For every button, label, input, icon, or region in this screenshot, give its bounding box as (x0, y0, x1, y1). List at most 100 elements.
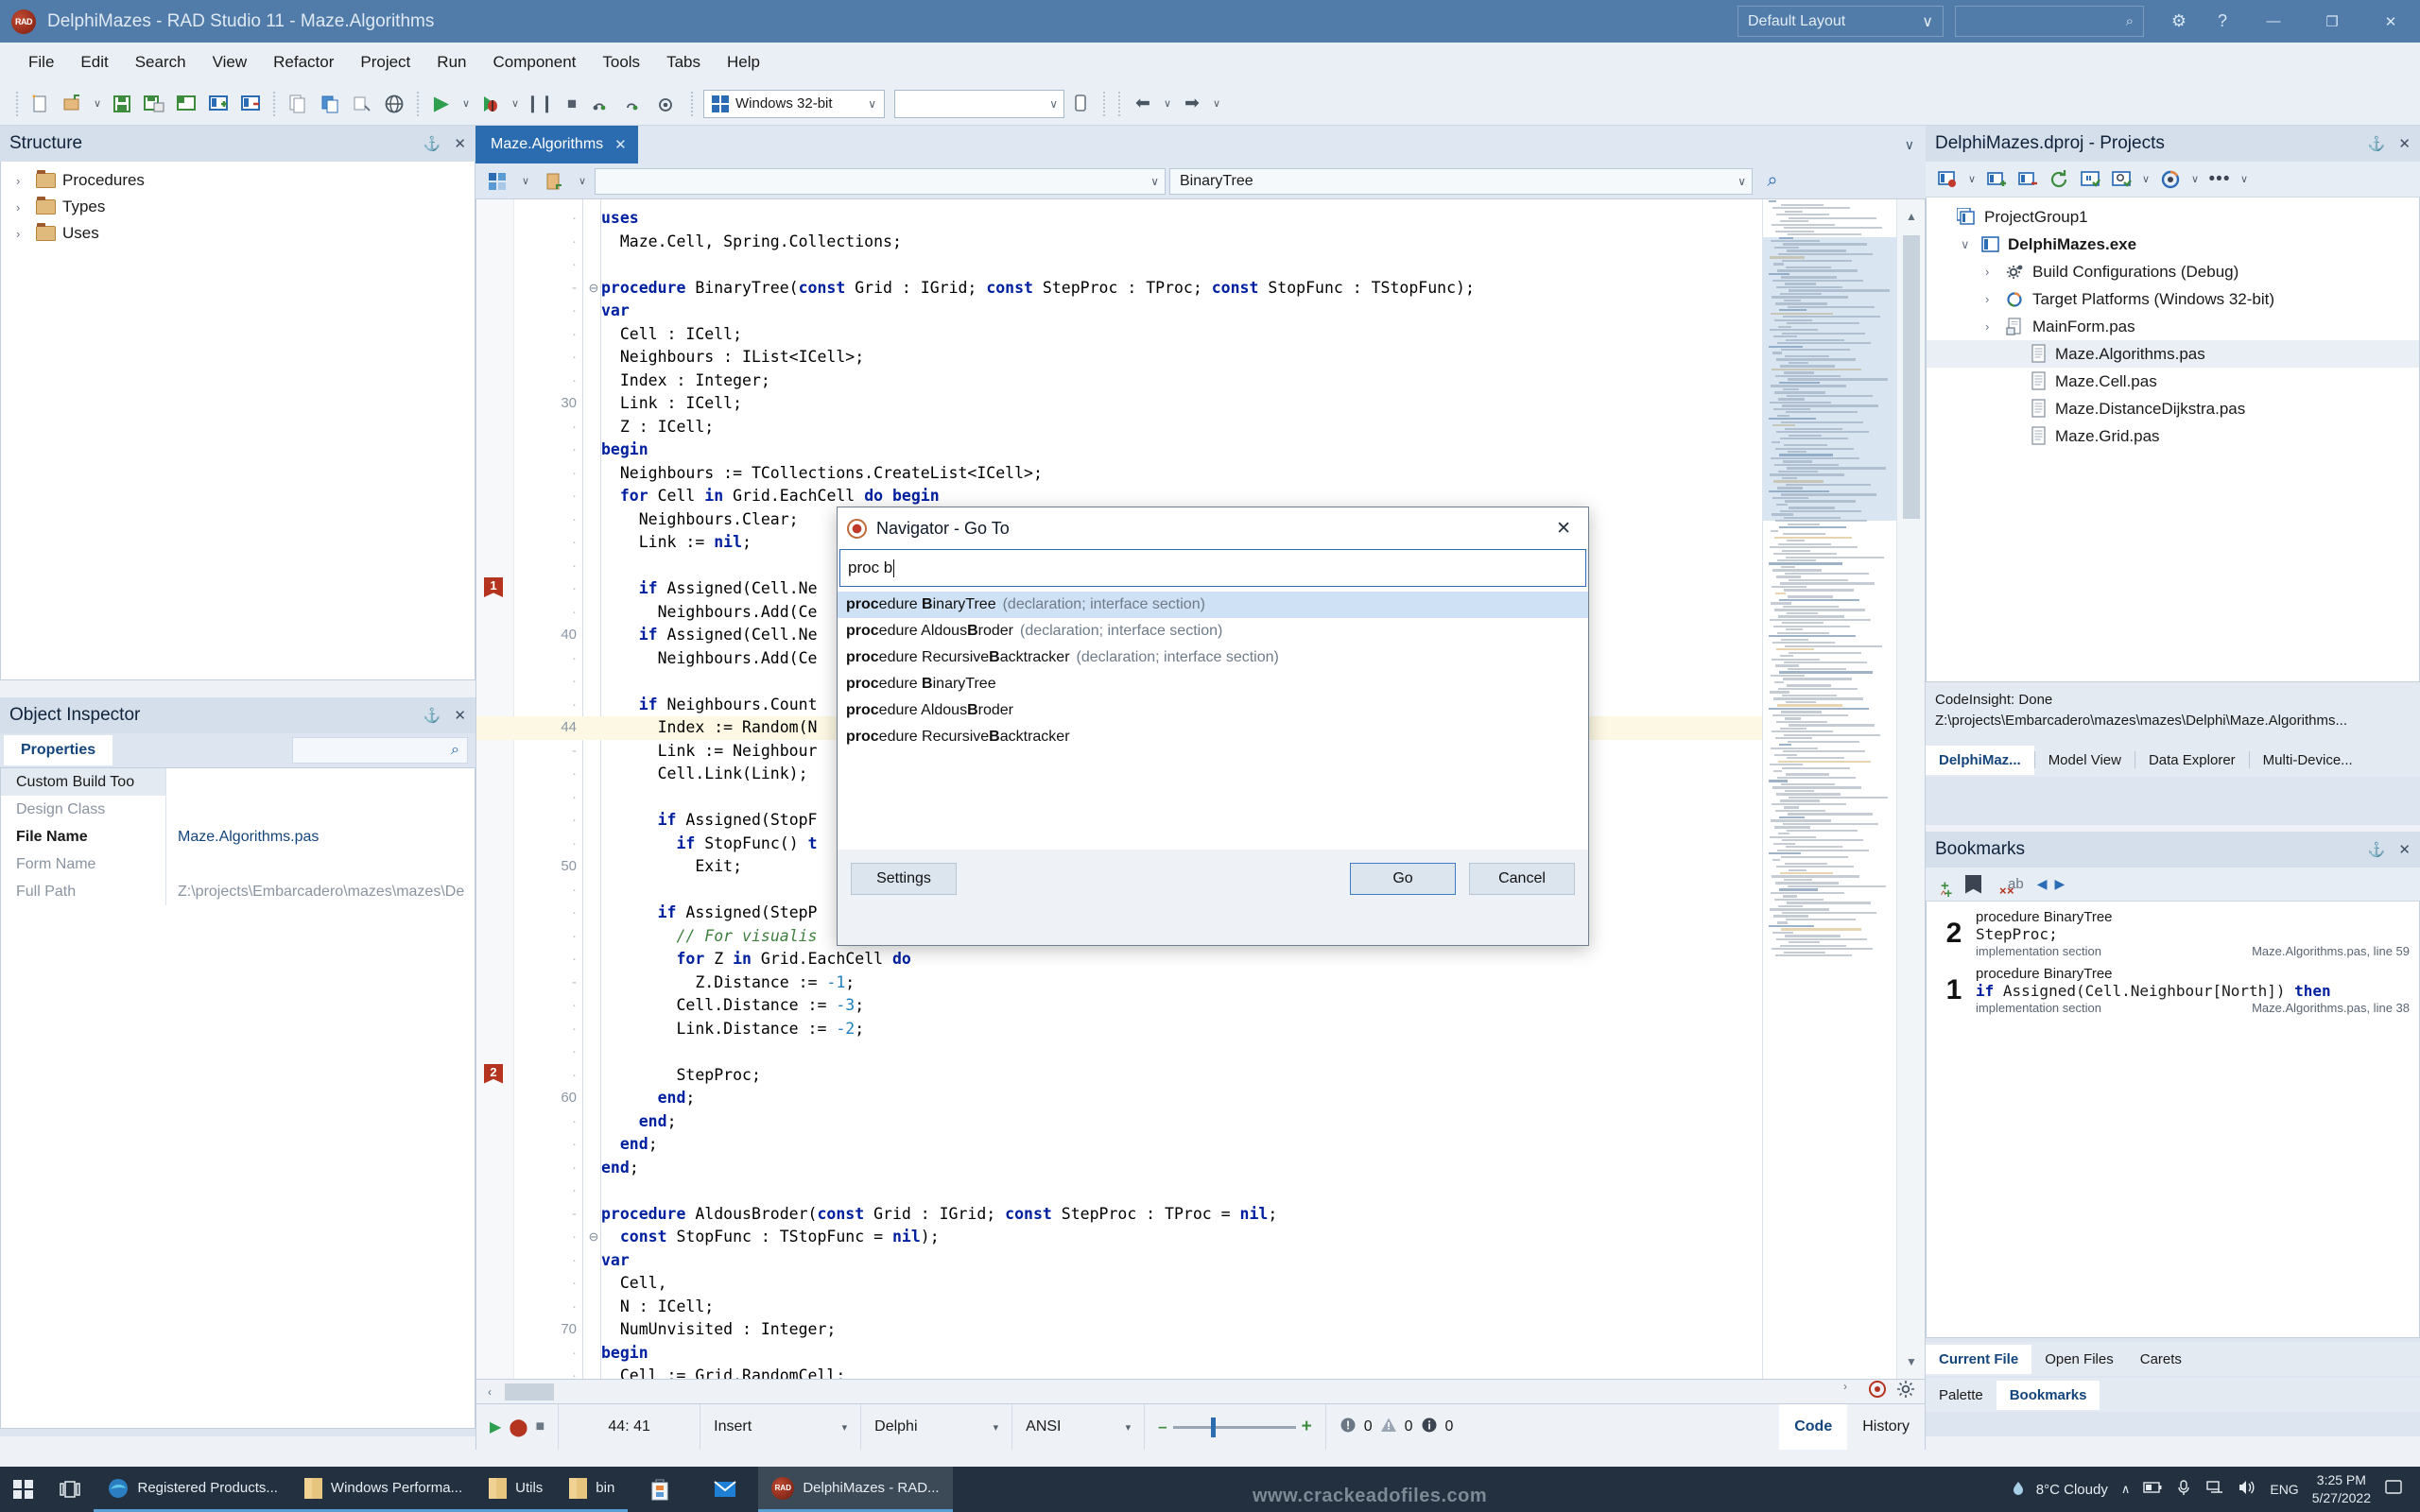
symbol-selector[interactable]: BinaryTree ∨ (1169, 167, 1753, 195)
step-over-icon[interactable] (588, 88, 620, 120)
close-icon[interactable]: ✕ (2398, 841, 2411, 858)
navigator-result-row[interactable]: procedure BinaryTree (declaration; interf… (838, 592, 1588, 618)
tab-properties[interactable]: Properties (4, 735, 113, 765)
tab-carets[interactable]: Carets (2127, 1345, 2195, 1374)
pause-icon[interactable]: ❙❙ (524, 88, 556, 120)
tab-model-view[interactable]: Model View (2035, 746, 2135, 775)
close-icon[interactable]: ✕ (2398, 135, 2411, 152)
zoom-thumb[interactable] (1210, 1417, 1216, 1437)
tab-delphimazes[interactable]: DelphiMaz... (1926, 745, 2034, 775)
structure-item-procedures[interactable]: › Procedures (1, 167, 475, 194)
menu-project[interactable]: Project (347, 48, 424, 77)
close-icon[interactable]: ✕ (614, 136, 627, 153)
task-view-button[interactable] (46, 1467, 94, 1512)
taskbar-item-bin[interactable]: bin (556, 1467, 629, 1512)
tab-open-files[interactable]: Open Files (2031, 1345, 2127, 1374)
property-row-file-name[interactable]: File Name Maze.Algorithms.pas (1, 823, 475, 850)
dialog-close-button[interactable]: ✕ (1548, 518, 1579, 540)
taskbar-item-windows-performance[interactable]: Windows Performa... (290, 1467, 476, 1512)
project-tree-row[interactable]: › MainForm.pas (1927, 313, 2419, 340)
scope-selector[interactable]: ∨ (595, 167, 1166, 195)
stop-icon[interactable]: ■ (535, 1418, 544, 1435)
battery-icon[interactable] (2143, 1480, 2162, 1499)
project-tree-row[interactable]: Maze.Cell.pas (1927, 368, 2419, 395)
tab-current-file[interactable]: Current File (1926, 1344, 2032, 1374)
show-hidden-icons[interactable]: ∧ (2121, 1482, 2131, 1497)
chevron-down-icon[interactable]: ∨ (89, 88, 106, 120)
project-tree-row[interactable]: › Target Platforms (Windows 32-bit) (1927, 285, 2419, 313)
microphone-icon[interactable] (2175, 1479, 2192, 1500)
project-tree-row[interactable]: ∨ DelphiMazes.exe (1927, 231, 2419, 258)
scroll-up-icon[interactable]: ▲ (1897, 203, 1925, 230)
help-icon[interactable]: ? (2201, 0, 2244, 43)
notifications-icon[interactable] (2384, 1478, 2403, 1501)
menu-help[interactable]: Help (714, 48, 773, 77)
chevron-down-icon[interactable]: ∨ (1905, 137, 1914, 153)
menu-tools[interactable]: Tools (589, 48, 653, 77)
add-project-icon[interactable] (1982, 165, 2011, 194)
navigate-forward-icon[interactable]: ➡ (1176, 88, 1208, 120)
pin-icon[interactable]: ⚓ (2368, 841, 2386, 858)
code-minimap[interactable] (1762, 199, 1896, 1379)
tab-data-explorer[interactable]: Data Explorer (2135, 746, 2249, 775)
navigator-goto-dialog[interactable]: Navigator - Go To ✕ proc b procedure Bin… (837, 507, 1589, 946)
gear-icon[interactable]: ⚙ (2157, 0, 2201, 43)
taskbar-item-mail[interactable] (692, 1467, 758, 1512)
more-options-icon[interactable]: ••• (2205, 165, 2234, 194)
navigator-result-row[interactable]: procedure BinaryTree (838, 671, 1588, 697)
navigator-result-row[interactable]: procedure AldousBroder (838, 697, 1588, 724)
encoding-selector[interactable]: ANSI ▾ (1012, 1404, 1146, 1450)
menu-refactor[interactable]: Refactor (260, 48, 347, 77)
project-tree-row[interactable]: Maze.DistanceDijkstra.pas (1927, 395, 2419, 422)
clock[interactable]: 3:25 PM 5/27/2022 (2312, 1471, 2371, 1507)
next-bookmark-icon[interactable]: ▶ (2054, 876, 2065, 892)
zoom-track[interactable] (1172, 1417, 1296, 1437)
bookmark-marker[interactable]: 2 (484, 1063, 503, 1084)
close-button[interactable]: ✕ (2361, 0, 2420, 43)
globe-icon[interactable] (378, 88, 410, 120)
toggle-bookmark-icon[interactable] (1965, 874, 1981, 894)
open-file-icon[interactable] (57, 88, 89, 120)
navigator-icon[interactable] (1868, 1380, 1887, 1403)
chevron-icon[interactable]: ∨ (1961, 237, 1974, 252)
minimap-viewport[interactable] (1763, 237, 1896, 521)
property-row-design-class[interactable]: Design Class (1, 796, 475, 823)
project-tree-row[interactable]: Maze.Algorithms.pas (1927, 340, 2419, 368)
navigator-result-row[interactable]: procedure RecursiveBacktracker (838, 724, 1588, 750)
bookmark-item[interactable]: 1 procedure BinaryTree if Assigned(Cell.… (1927, 962, 2419, 1019)
property-row-form-name[interactable]: Form Name (1, 850, 475, 878)
chevron-icon[interactable]: › (1985, 319, 1998, 334)
chevron-down-icon[interactable]: ∨ (1159, 88, 1176, 120)
editor-vertical-scrollbar[interactable]: ▲ ▼ (1896, 199, 1925, 1379)
save-icon[interactable] (106, 88, 138, 120)
previous-bookmark-icon[interactable]: ◀ (2037, 876, 2048, 892)
menu-component[interactable]: Component (479, 48, 589, 77)
restore-button[interactable]: ❐ (2303, 0, 2361, 43)
menu-file[interactable]: File (15, 48, 67, 77)
bookmark-marker[interactable]: 1 (484, 577, 503, 597)
fold-marker[interactable]: ⊖ (586, 277, 601, 301)
scrollbar-thumb[interactable] (1903, 235, 1920, 519)
build-icon[interactable] (2076, 165, 2104, 194)
minimize-button[interactable]: — (2244, 0, 2303, 43)
menu-edit[interactable]: Edit (67, 48, 121, 77)
chevron-down-icon[interactable]: ∨ (2138, 165, 2153, 194)
property-row-custom-build-tool[interactable]: Custom Build Too (1, 768, 475, 796)
property-row-full-path[interactable]: Full Path Z:\projects\Embarcadero\mazes\… (1, 878, 475, 905)
weather-widget[interactable]: 8°C Cloudy (2008, 1479, 2108, 1500)
menu-search[interactable]: Search (122, 48, 199, 77)
tab-multi-device[interactable]: Multi-Device... (2250, 746, 2366, 775)
pin-icon[interactable]: ⚓ (2368, 135, 2386, 152)
navigator-result-row[interactable]: procedure RecursiveBacktracker (declarati… (838, 644, 1588, 671)
record-icon[interactable]: ⬤ (509, 1418, 527, 1437)
step-into-icon[interactable] (620, 88, 652, 120)
go-button[interactable]: Go (1350, 863, 1456, 895)
step-out-icon[interactable] (652, 88, 684, 120)
language-selector[interactable]: Delphi ▾ (861, 1404, 1013, 1450)
debug-run-icon[interactable] (475, 88, 507, 120)
file-open-editor-icon[interactable] (538, 165, 570, 198)
cancel-button[interactable]: Cancel (1469, 863, 1575, 895)
stop-icon[interactable]: ■ (556, 88, 588, 120)
search-icon[interactable]: ⌕ (1756, 165, 1789, 198)
insert-mode-selector[interactable]: Insert ▾ (700, 1404, 862, 1450)
